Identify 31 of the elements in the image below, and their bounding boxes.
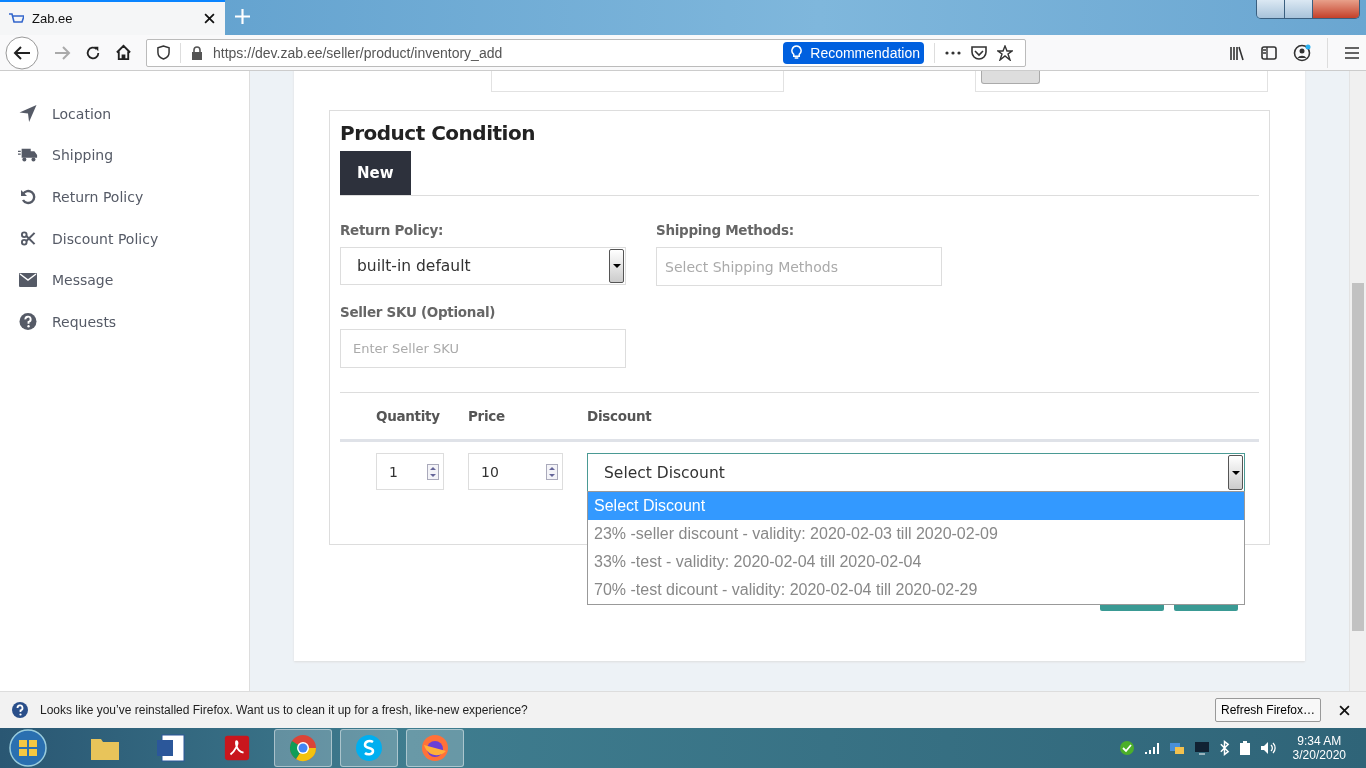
field-label: Seller SKU (Optional) bbox=[340, 304, 497, 320]
return-policy-select[interactable]: built-in default bbox=[340, 247, 626, 285]
sidebar-item[interactable]: Shipping bbox=[0, 134, 249, 177]
shipping-methods-field[interactable]: Select Shipping Methods bbox=[656, 247, 942, 286]
column-header: Discount bbox=[587, 408, 652, 424]
field-label: Return Policy: bbox=[340, 222, 444, 238]
dropdown-option[interactable]: 23% -seller discount - validity: 2020-02-03 till 2020-02-09 bbox=[588, 520, 1244, 548]
address-bar[interactable]: https://dev.zab.ee/seller/product/inventory_add Recommendation bbox=[146, 38, 1026, 67]
dropdown-option[interactable]: 33% -test - validity: 2020-02-04 till 2020-02-04 bbox=[588, 548, 1244, 576]
clock-date[interactable]: 3/20/2020 bbox=[1292, 748, 1346, 762]
condition-tab[interactable]: New bbox=[340, 151, 411, 195]
column-header: Price bbox=[468, 408, 506, 424]
price-field[interactable]: 10 bbox=[468, 453, 563, 490]
seller-sku-field[interactable]: Enter Seller SKU bbox=[340, 329, 626, 368]
refresh-firefox-button[interactable]: Refresh Firefox… bbox=[1214, 698, 1321, 722]
sidebar-item[interactable]: Return Policy bbox=[0, 176, 249, 218]
notification-message: Looks like you’ve reinstalled Firefox. Want us to clean it up for a fresh, like-new experience? bbox=[40, 703, 529, 717]
browser-tab[interactable]: Zab.ee bbox=[0, 0, 225, 35]
sidebar-item[interactable]: Requests bbox=[0, 300, 249, 343]
dropdown-option[interactable]: 70% -test dicount - validity: 2020-02-04 till 2020-02-29 bbox=[588, 576, 1244, 604]
sidebar-item[interactable]: Location bbox=[0, 93, 249, 135]
column-header: Quantity bbox=[376, 408, 441, 424]
field-label: Shipping Methods: bbox=[656, 222, 795, 238]
tab-title: Zab.ee bbox=[32, 11, 74, 26]
url-text: https://dev.zab.ee/seller/product/inventory_add bbox=[213, 44, 504, 61]
sidebar-item[interactable]: Message bbox=[0, 259, 249, 301]
section-heading: Product Condition bbox=[340, 121, 536, 145]
quantity-field[interactable]: 1 bbox=[376, 453, 444, 490]
clock-time[interactable]: 9:34 AM bbox=[1297, 734, 1342, 748]
sidebar-item[interactable]: Discount Policy bbox=[0, 217, 249, 260]
recommendation-button[interactable]: Recommendation bbox=[783, 41, 924, 64]
